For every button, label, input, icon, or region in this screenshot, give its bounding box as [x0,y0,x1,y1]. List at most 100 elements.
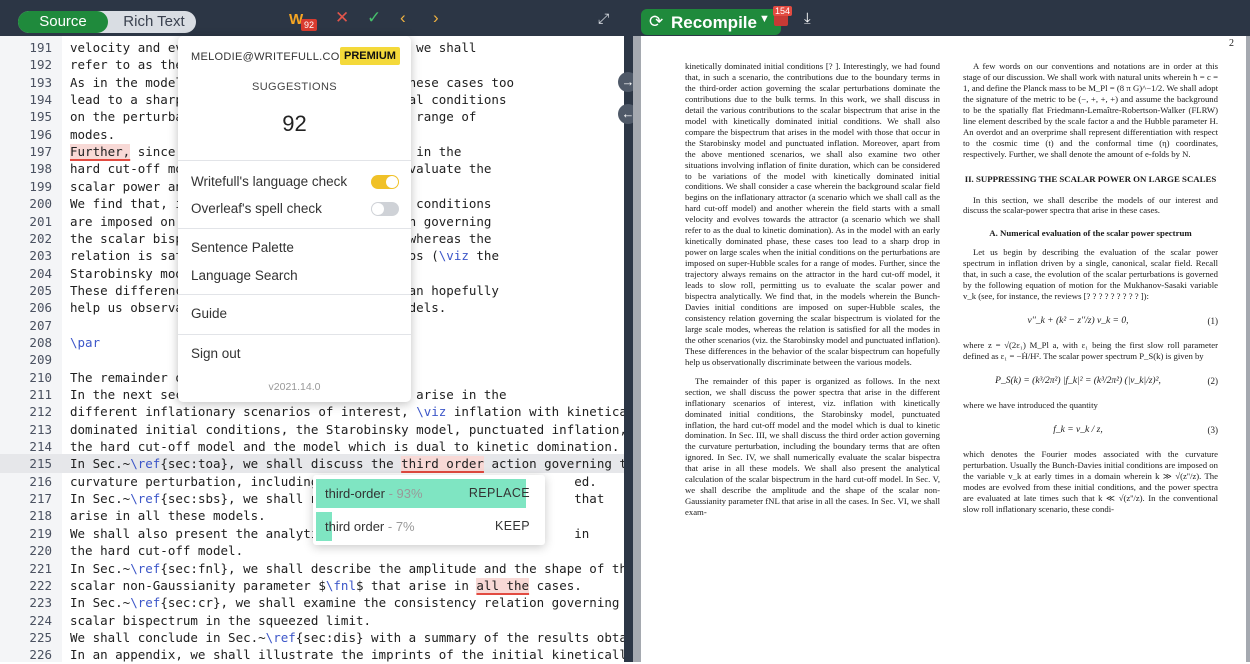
writefull-button[interactable]: W 92 [289,9,319,31]
pdf-paragraph: which denotes the Fourier modes associat… [963,449,1218,514]
editor-line[interactable]: 215 In Sec.~\ref{sec:toa}, we shall discu… [0,454,642,474]
line-code: scalar bispectrum in the squeezed limit. [70,612,372,628]
editor-line[interactable]: 226 In an appendix, we shall illustrate t… [0,645,634,664]
pdf-paragraph: Let us begin by describing the evaluatio… [963,247,1218,302]
line-code: the hard cut-off model. [70,543,244,559]
pdf-column-right: A few words on our conventions and notat… [963,61,1218,523]
line-number: 207 [29,317,52,333]
guide-item[interactable]: Guide [191,306,227,321]
pdf-paragraph: A few words on our conventions and notat… [963,61,1218,159]
line-number: 203 [29,248,52,264]
line-number: 206 [29,300,52,316]
menu-divider [178,294,411,295]
suggestions-count: 92 [282,111,307,136]
line-number: 214 [29,439,52,455]
line-number: 216 [29,473,52,489]
line-number: 210 [29,369,52,385]
rich-text-mode-button[interactable]: Rich Text [118,11,190,33]
line-number: 222 [29,577,52,593]
editor-line[interactable]: 212 different inflationary scenarios of i… [0,402,649,421]
writefull-suggestion-badge: 92 [301,19,318,31]
line-number: 198 [29,161,52,177]
editor-line[interactable]: 225 We shall conclude in Sec.~\ref{sec:di… [0,628,664,647]
suggestion-option-keep[interactable]: third order - 7% KEEP [316,512,542,541]
language-search-item[interactable]: Language Search [191,268,298,283]
spell-check-label: Overleaf's spell check [191,201,322,216]
sentence-palette-item[interactable]: Sentence Palette [191,240,294,255]
editor-line[interactable]: 224 scalar bispectrum in the squeezed lim… [0,611,624,630]
previous-suggestion-icon[interactable]: ‹ [400,9,406,27]
line-number: 208 [29,334,52,350]
equation-number: (3) [1207,425,1219,436]
logs-count-badge: 154 [773,6,793,16]
equation-body: P_S(k) = (k³/2π²) |f_k|² = (k³/2π²) (|v_… [995,376,1161,387]
line-code: In Sec.~\ref{sec:cr}, we shall examine t… [70,595,650,611]
pdf-viewer[interactable]: 2 kinetically dominated initial conditio… [633,36,1250,662]
suggestion-option-replace[interactable]: third-order - 93% REPLACE [316,479,542,508]
writefull-menu: MELODIE@WRITEFULL.COM PREMIUM SUGGESTION… [178,36,411,402]
line-number: 211 [29,387,52,402]
editor-line[interactable]: 222 scalar non-Gaussianity parameter $\fn… [0,576,624,595]
keep-button[interactable]: KEEP [495,519,530,533]
line-code: In Sec.~\ref{sec:fnl}, we shall describe… [70,560,635,576]
logs-button[interactable]: 154 [773,6,793,28]
pdf-paragraph: where we have introduced the quantity [963,400,1098,411]
line-code: We shall conclude in Sec.~\ref{sec:dis} … [70,629,665,645]
line-number: 218 [29,508,52,524]
line-number: 201 [29,213,52,229]
line-code: dominated initial conditions, the Starob… [70,421,627,437]
line-code: scalar non-Gaussianity parameter $\fnl$ … [70,577,582,593]
pdf-paragraph: The remainder of this paper is organized… [685,375,940,518]
line-number: 221 [29,560,52,576]
reject-all-icon[interactable]: ✕ [335,9,349,27]
suggestion-word: third order [325,519,385,534]
spell-check-toggle[interactable] [371,202,399,216]
line-number: 226 [29,647,52,663]
menu-divider [178,160,411,161]
next-suggestion-icon[interactable]: › [433,9,439,27]
line-number: 197 [29,144,52,160]
line-number: 194 [29,92,52,108]
editor-line[interactable]: 214 the hard cut-off model and the model … [0,437,624,456]
line-number: 224 [29,612,52,628]
editor-line[interactable]: 223 In Sec.~\ref{sec:cr}, we shall examin… [0,593,649,612]
suggestion-word: third-order [325,486,385,501]
download-pdf-icon[interactable]: ⤓ [804,10,811,27]
version-label: v2021.14.0 [268,381,321,393]
suggestion-percent: - 93% [388,486,423,501]
line-number: 225 [29,629,52,645]
pane-splitter[interactable] [624,0,633,662]
line-number: 223 [29,595,52,611]
suggestion-percent: - 7% [387,519,415,534]
expand-icon[interactable]: ⤢ [598,9,609,27]
editor-mode-toggle: Source Rich Text [18,11,196,33]
line-code: arise in all these models. [70,508,266,524]
line-code: modes. [70,126,116,142]
line-number: 191 [29,40,52,55]
equation-body: v''_k + (k² − z''/z) v_k = 0, [1027,316,1129,327]
line-code: different inflationary scenarios of inte… [70,404,650,420]
recompile-button[interactable]: ⟳ Recompile ▼ [641,9,781,35]
pdf-paragraph: where z = √(2ε₁) M_Pl a, with ε₁ being t… [963,340,1218,362]
equation-body: f_k = v_k / z, [1053,425,1103,436]
toggle-knob [372,203,384,215]
pdf-paragraph: kinetically dominated initial conditions… [685,61,941,367]
source-mode-button[interactable]: Source [18,11,108,33]
language-check-toggle[interactable] [371,175,399,189]
line-code: In an appendix, we shall illustrate the … [70,647,635,663]
line-code: In Sec.~\ref{sec:toa}, we shall discuss … [70,456,642,472]
line-number: 217 [29,491,52,507]
sign-out-item[interactable]: Sign out [191,346,241,361]
editor-line[interactable]: 221 In Sec.~\ref{sec:fnl}, we shall descr… [0,559,634,578]
line-number: 215 [29,456,52,472]
line-number: 200 [29,196,52,212]
replace-button[interactable]: REPLACE [469,486,530,500]
line-code: The remainder of [70,369,191,385]
pdf-subsection-heading: A. Numerical evaluation of the scalar po… [989,228,1192,239]
line-code: the hard cut-off model and the model whi… [70,439,620,455]
accept-all-icon[interactable]: ✓ [367,9,381,27]
pdf-equation: v''_k + (k² − z''/z) v_k = 0, (1) [963,310,1218,336]
editor-line[interactable]: 213 dominated initial conditions, the Sta… [0,420,627,439]
pdf-paragraph: In this section, we shall describe the m… [963,194,1218,216]
recompile-dropdown-icon[interactable]: ▼ [759,13,770,25]
